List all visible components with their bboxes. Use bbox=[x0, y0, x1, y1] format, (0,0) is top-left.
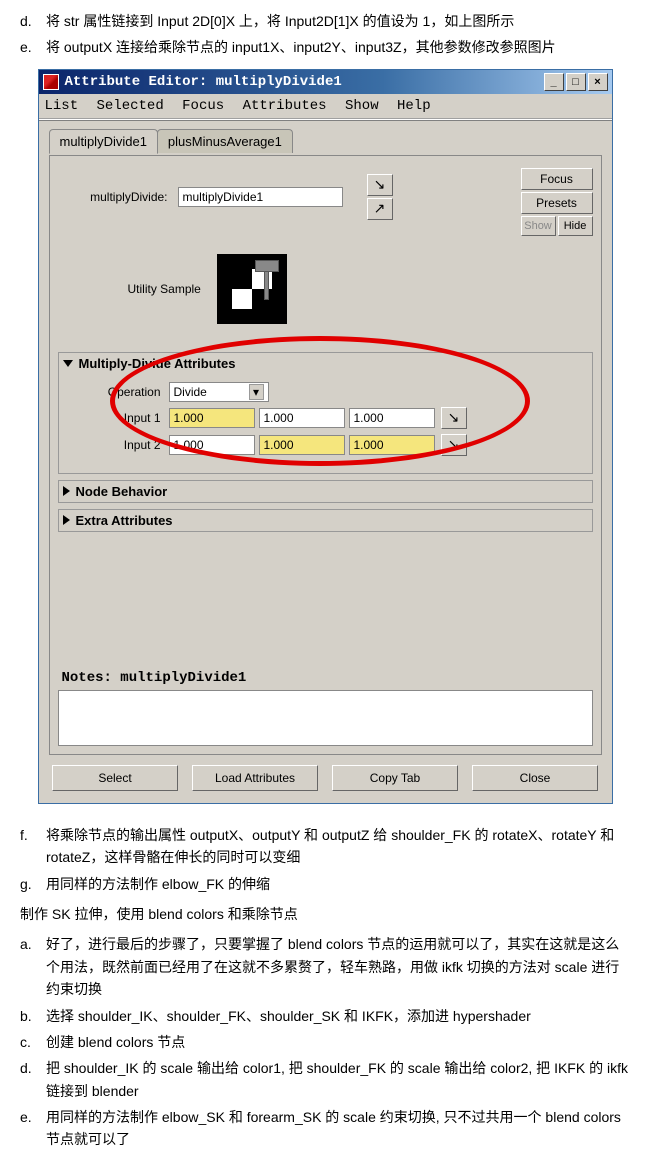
menu-focus[interactable]: Focus bbox=[182, 98, 224, 114]
input1z-field[interactable] bbox=[349, 408, 435, 428]
app-icon bbox=[43, 74, 59, 90]
bullet: b. bbox=[20, 1005, 46, 1027]
input2z-field[interactable] bbox=[349, 435, 435, 455]
tab-plusminusaverage[interactable]: plusMinusAverage1 bbox=[157, 129, 293, 153]
operation-value: Divide bbox=[174, 385, 207, 399]
bullet: a. bbox=[20, 933, 46, 1000]
disclosure-closed-icon bbox=[63, 515, 70, 525]
input1-connection-icon[interactable]: ↘ bbox=[441, 407, 467, 429]
attribute-editor-window: Attribute Editor: multiplyDivide1 _ □ × … bbox=[38, 69, 613, 804]
doc-text: 创建 blend colors 节点 bbox=[46, 1031, 630, 1053]
disclosure-closed-icon bbox=[63, 486, 70, 496]
section-node-behavior: Node Behavior bbox=[58, 480, 593, 503]
utility-sample-label: Utility Sample bbox=[128, 282, 201, 296]
presets-button[interactable]: Presets bbox=[521, 192, 593, 214]
doc-item-d2: d. 把 shoulder_IK 的 scale 输出给 color1, 把 s… bbox=[20, 1057, 630, 1102]
section-multiply-divide: Multiply-Divide Attributes Operation Div… bbox=[58, 352, 593, 474]
doc-item-f: f. 将乘除节点的输出属性 outputX、outputY 和 outputZ … bbox=[20, 824, 630, 869]
input2-label: Input 2 bbox=[69, 438, 169, 452]
doc-text: 用同样的方法制作 elbow_SK 和 forearm_SK 的 scale 约… bbox=[46, 1106, 630, 1151]
input2-connection-icon[interactable]: ↘ bbox=[441, 434, 467, 456]
window-controls: _ □ × bbox=[544, 73, 608, 91]
utility-sample-swatch[interactable] bbox=[217, 254, 287, 324]
copy-tab-button[interactable]: Copy Tab bbox=[332, 765, 458, 791]
doc-section-heading: 制作 SK 拉伸，使用 blend colors 和乘除节点 bbox=[20, 903, 630, 925]
titlebar[interactable]: Attribute Editor: multiplyDivide1 _ □ × bbox=[39, 70, 612, 94]
input-connection-icon[interactable]: ↘ bbox=[367, 174, 393, 196]
doc-item-e2: e. 用同样的方法制作 elbow_SK 和 forearm_SK 的 scal… bbox=[20, 1106, 630, 1151]
notes-textarea[interactable] bbox=[58, 690, 593, 746]
doc-text: 选择 shoulder_IK、shoulder_FK、shoulder_SK 和… bbox=[46, 1005, 630, 1027]
input1x-field[interactable] bbox=[169, 408, 255, 428]
menu-help[interactable]: Help bbox=[397, 98, 431, 114]
doc-text: 好了，进行最后的步骤了，只要掌握了 blend colors 节点的运用就可以了… bbox=[46, 933, 630, 1000]
bullet: e. bbox=[20, 1106, 46, 1151]
operation-label: Operation bbox=[69, 385, 169, 399]
maximize-button[interactable]: □ bbox=[566, 73, 586, 91]
menubar: List Selected Focus Attributes Show Help bbox=[39, 94, 612, 119]
chevron-down-icon: ▾ bbox=[249, 384, 264, 400]
load-attributes-button[interactable]: Load Attributes bbox=[192, 765, 318, 791]
doc-item-e: e. 将 outputX 连接给乘除节点的 input1X、input2Y、in… bbox=[20, 36, 630, 58]
section-extra-attributes: Extra Attributes bbox=[58, 509, 593, 532]
select-button[interactable]: Select bbox=[52, 765, 178, 791]
input1-label: Input 1 bbox=[69, 411, 169, 425]
minimize-button[interactable]: _ bbox=[544, 73, 564, 91]
section-header-attrs[interactable]: Multiply-Divide Attributes bbox=[59, 353, 592, 374]
close-editor-button[interactable]: Close bbox=[472, 765, 598, 791]
bullet: g. bbox=[20, 873, 46, 895]
section-title: Extra Attributes bbox=[76, 513, 173, 528]
doc-item-a2: a. 好了，进行最后的步骤了，只要掌握了 blend colors 节点的运用就… bbox=[20, 933, 630, 1000]
doc-item-d: d. 将 str 属性链接到 Input 2D[0]X 上，将 Input2D[… bbox=[20, 10, 630, 32]
focus-button[interactable]: Focus bbox=[521, 168, 593, 190]
bullet: c. bbox=[20, 1031, 46, 1053]
doc-item-g: g. 用同样的方法制作 elbow_FK 的伸缩 bbox=[20, 873, 630, 895]
menu-show[interactable]: Show bbox=[345, 98, 379, 114]
notes-label: Notes: multiplyDivide1 bbox=[58, 668, 593, 690]
doc-item-b2: b. 选择 shoulder_IK、shoulder_FK、shoulder_S… bbox=[20, 1005, 630, 1027]
tab-multiplydivide[interactable]: multiplyDivide1 bbox=[49, 129, 158, 154]
doc-text: 把 shoulder_IK 的 scale 输出给 color1, 把 shou… bbox=[46, 1057, 630, 1102]
output-connection-icon[interactable]: ↗ bbox=[367, 198, 393, 220]
doc-text: 将 outputX 连接给乘除节点的 input1X、input2Y、input… bbox=[46, 36, 630, 58]
doc-text: 将 str 属性链接到 Input 2D[0]X 上，将 Input2D[1]X… bbox=[46, 10, 630, 32]
input2x-field[interactable] bbox=[169, 435, 255, 455]
tab-panel: multiplyDivide: ↘ ↗ Focus Presets Show H… bbox=[49, 155, 602, 755]
hammer-icon bbox=[255, 260, 279, 300]
bullet: d. bbox=[20, 1057, 46, 1102]
input2y-field[interactable] bbox=[259, 435, 345, 455]
input1y-field[interactable] bbox=[259, 408, 345, 428]
operation-dropdown[interactable]: Divide ▾ bbox=[169, 382, 269, 402]
disclosure-open-icon bbox=[63, 360, 73, 367]
window-body: multiplyDivide1 plusMinusAverage1 multip… bbox=[39, 121, 612, 803]
bullet: e. bbox=[20, 36, 46, 58]
menu-list[interactable]: List bbox=[45, 98, 79, 114]
menu-attributes[interactable]: Attributes bbox=[243, 98, 327, 114]
node-tabs: multiplyDivide1 plusMinusAverage1 bbox=[49, 129, 602, 153]
section-header-extra[interactable]: Extra Attributes bbox=[59, 510, 592, 531]
bullet: d. bbox=[20, 10, 46, 32]
window-title: Attribute Editor: multiplyDivide1 bbox=[65, 74, 544, 90]
doc-text: 用同样的方法制作 elbow_FK 的伸缩 bbox=[46, 873, 630, 895]
node-name-field[interactable] bbox=[178, 187, 343, 207]
doc-text: 将乘除节点的输出属性 outputX、outputY 和 outputZ 给 s… bbox=[46, 824, 630, 869]
bullet: f. bbox=[20, 824, 46, 869]
show-button[interactable]: Show bbox=[521, 216, 556, 236]
bottom-buttons: Select Load Attributes Copy Tab Close bbox=[49, 765, 602, 791]
section-header-node-behavior[interactable]: Node Behavior bbox=[59, 481, 592, 502]
section-title: Node Behavior bbox=[76, 484, 168, 499]
menu-selected[interactable]: Selected bbox=[97, 98, 164, 114]
close-button[interactable]: × bbox=[588, 73, 608, 91]
hide-button[interactable]: Hide bbox=[558, 216, 593, 236]
doc-item-c2: c. 创建 blend colors 节点 bbox=[20, 1031, 630, 1053]
node-name-label: multiplyDivide: bbox=[58, 190, 178, 204]
section-title: Multiply-Divide Attributes bbox=[79, 356, 236, 371]
